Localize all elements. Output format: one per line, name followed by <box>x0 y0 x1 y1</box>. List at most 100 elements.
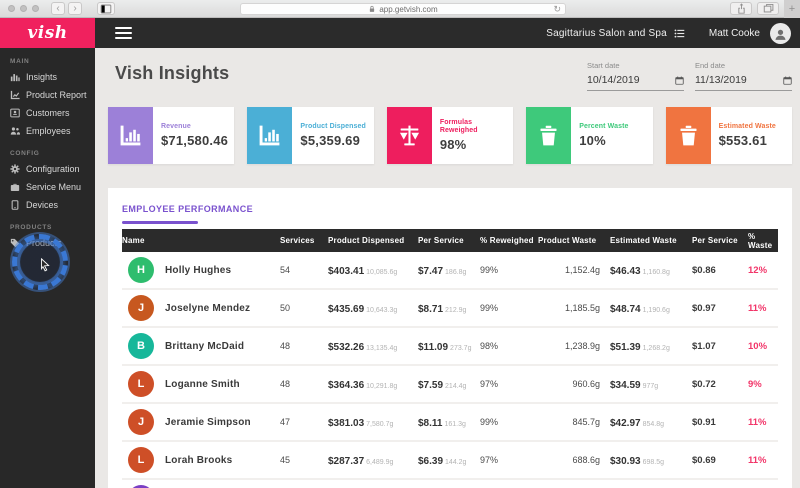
table-row[interactable]: N Nichole Preston 41 $316.076,441.4g $7.… <box>122 480 778 488</box>
sidebar-item-label: Configuration <box>26 164 80 174</box>
table-row[interactable]: B Brittany McDaid 48 $532.2613,135.4g $1… <box>122 328 778 366</box>
services-count: 48 <box>280 341 328 351</box>
sidebar-item[interactable]: Customers <box>0 104 95 122</box>
kpi-card: Revenue $71,580.46 <box>108 107 234 164</box>
product-waste: 1,238.9g <box>538 341 610 351</box>
sidebar-item[interactable]: Product Report <box>0 86 95 104</box>
kpi-icon <box>666 107 711 164</box>
close-window-button[interactable] <box>8 5 15 12</box>
pct-reweighed: 97% <box>480 455 538 465</box>
table-row[interactable]: J Joselyne Mendez 50 $435.6910,643.3g $8… <box>122 290 778 328</box>
per-service-dispensed: $11.09273.7g <box>418 337 480 355</box>
column-header: Product Dispensed <box>328 236 418 245</box>
salon-switcher-icon[interactable] <box>674 28 685 39</box>
column-header: Product Waste <box>538 236 610 245</box>
table-body: H Holly Hughes 54 $403.4110,085.6g $7.47… <box>122 252 778 488</box>
sidebar: vish MAIN Insights <box>0 18 95 488</box>
employee-name: Holly Hughes <box>165 265 231 276</box>
product-dispensed: $435.6910,643.3g <box>328 299 418 317</box>
user-name[interactable]: Matt Cooke <box>709 28 760 39</box>
table-row[interactable]: L Lorah Brooks 45 $287.376,489.9g $6.391… <box>122 442 778 480</box>
calendar-icon[interactable] <box>783 76 792 85</box>
employee-avatar: J <box>128 409 154 435</box>
calendar-icon[interactable] <box>675 76 684 85</box>
kpi-value: $71,580.46 <box>161 133 231 148</box>
mouse-cursor-icon <box>38 258 52 272</box>
back-button[interactable]: ‹ <box>51 2 65 15</box>
product-waste: 1,185.5g <box>538 303 610 313</box>
waste-per-service: $0.69 <box>692 455 748 466</box>
pct-waste: 11% <box>748 303 778 314</box>
employee-name: Brittany McDaid <box>165 341 244 352</box>
column-header: % Waste <box>748 232 778 250</box>
sidebar-item[interactable]: Employees <box>0 122 95 140</box>
kpi-card: Estimated Waste $553.61 <box>666 107 792 164</box>
kpi-cards: Revenue $71,580.46 Product Dispensed $ <box>108 107 792 164</box>
estimated-waste: $51.391,268.2g <box>610 337 692 355</box>
column-header: Per Service <box>692 236 748 245</box>
sidebar-item-label: Insights <box>26 72 57 82</box>
table-row[interactable]: L Loganne Smith 48 $364.3610,291.8g $7.5… <box>122 366 778 404</box>
employee-performance-panel: EMPLOYEE PERFORMANCE NameServicesProduct… <box>108 188 792 488</box>
table-row[interactable]: J Jeramie Simpson 47 $381.037,580.7g $8.… <box>122 404 778 442</box>
pct-reweighed: 98% <box>480 341 538 351</box>
sidebar-item-label: Product Report <box>26 90 87 100</box>
date-range: Start date 10/14/2019 End date 11/13/201… <box>587 58 792 91</box>
panel-toggle-icon <box>100 3 112 15</box>
kpi-value: 10% <box>579 133 649 148</box>
start-date-field[interactable]: Start date 10/14/2019 <box>587 58 684 91</box>
end-date-field[interactable]: End date 11/13/2019 <box>695 58 792 91</box>
app-logo[interactable]: vish <box>0 18 95 48</box>
product-dispensed: $364.3610,291.8g <box>328 375 418 393</box>
url-text: app.getvish.com <box>379 5 437 14</box>
salon-name[interactable]: Sagittarius Salon and Spa <box>546 28 667 39</box>
sidebar-item-label: Customers <box>26 108 70 118</box>
kpi-value: $553.61 <box>719 133 789 148</box>
employee-name: Jeramie Simpson <box>165 417 251 428</box>
column-header: Per Service <box>418 236 480 245</box>
kpi-value: 98% <box>440 137 510 152</box>
sidebar-item[interactable]: Devices <box>0 196 95 214</box>
url-bar[interactable]: app.getvish.com ↻ <box>240 3 566 15</box>
start-date-label: Start date <box>587 61 684 70</box>
sidebar-item[interactable]: Service Menu <box>0 178 95 196</box>
sidebar-item-label: Devices <box>26 200 58 210</box>
kpi-label: Percent Waste <box>579 123 649 131</box>
menu-icon[interactable] <box>115 24 132 42</box>
pct-reweighed: 99% <box>480 303 538 313</box>
click-indicator <box>12 234 68 290</box>
tab-employee-performance[interactable]: EMPLOYEE PERFORMANCE <box>122 199 253 224</box>
employee-avatar: L <box>128 447 154 473</box>
sidebar-item[interactable]: Configuration <box>0 160 95 178</box>
sidebar-item-icon <box>10 72 20 82</box>
per-service-dispensed: $6.39144.2g <box>418 451 480 469</box>
sidebar-item[interactable]: Insights <box>0 68 95 86</box>
estimated-waste: $48.741,190.6g <box>610 299 692 317</box>
table-header: NameServicesProduct DispensedPer Service… <box>122 229 778 252</box>
reload-icon[interactable]: ↻ <box>553 4 561 15</box>
share-button[interactable] <box>730 2 752 15</box>
end-date-label: End date <box>695 61 792 70</box>
tabs-overview-button[interactable] <box>757 2 779 15</box>
sidebar-item-icon <box>10 126 20 136</box>
per-service-dispensed: $7.47186.8g <box>418 261 480 279</box>
zoom-window-button[interactable] <box>32 5 39 12</box>
pct-reweighed: 99% <box>480 417 538 427</box>
pct-waste: 10% <box>748 341 778 352</box>
window-controls <box>8 5 39 12</box>
minimize-window-button[interactable] <box>20 5 27 12</box>
waste-per-service: $0.72 <box>692 379 748 390</box>
employee-name: Joselyne Mendez <box>165 303 250 314</box>
employee-avatar: J <box>128 295 154 321</box>
product-waste: 1,152.4g <box>538 265 610 275</box>
new-tab-button[interactable]: + <box>784 0 800 18</box>
table-row[interactable]: H Holly Hughes 54 $403.4110,085.6g $7.47… <box>122 252 778 290</box>
forward-button[interactable]: › <box>68 2 82 15</box>
user-avatar[interactable] <box>770 23 791 44</box>
employee-name: Lorah Brooks <box>165 455 232 466</box>
estimated-waste: $46.431,160.8g <box>610 261 692 279</box>
browser-sidebar-toggle-button[interactable] <box>97 2 115 15</box>
services-count: 45 <box>280 455 328 465</box>
browser-toolbar-right: + <box>730 0 800 18</box>
per-service-dispensed: $8.71212.9g <box>418 299 480 317</box>
